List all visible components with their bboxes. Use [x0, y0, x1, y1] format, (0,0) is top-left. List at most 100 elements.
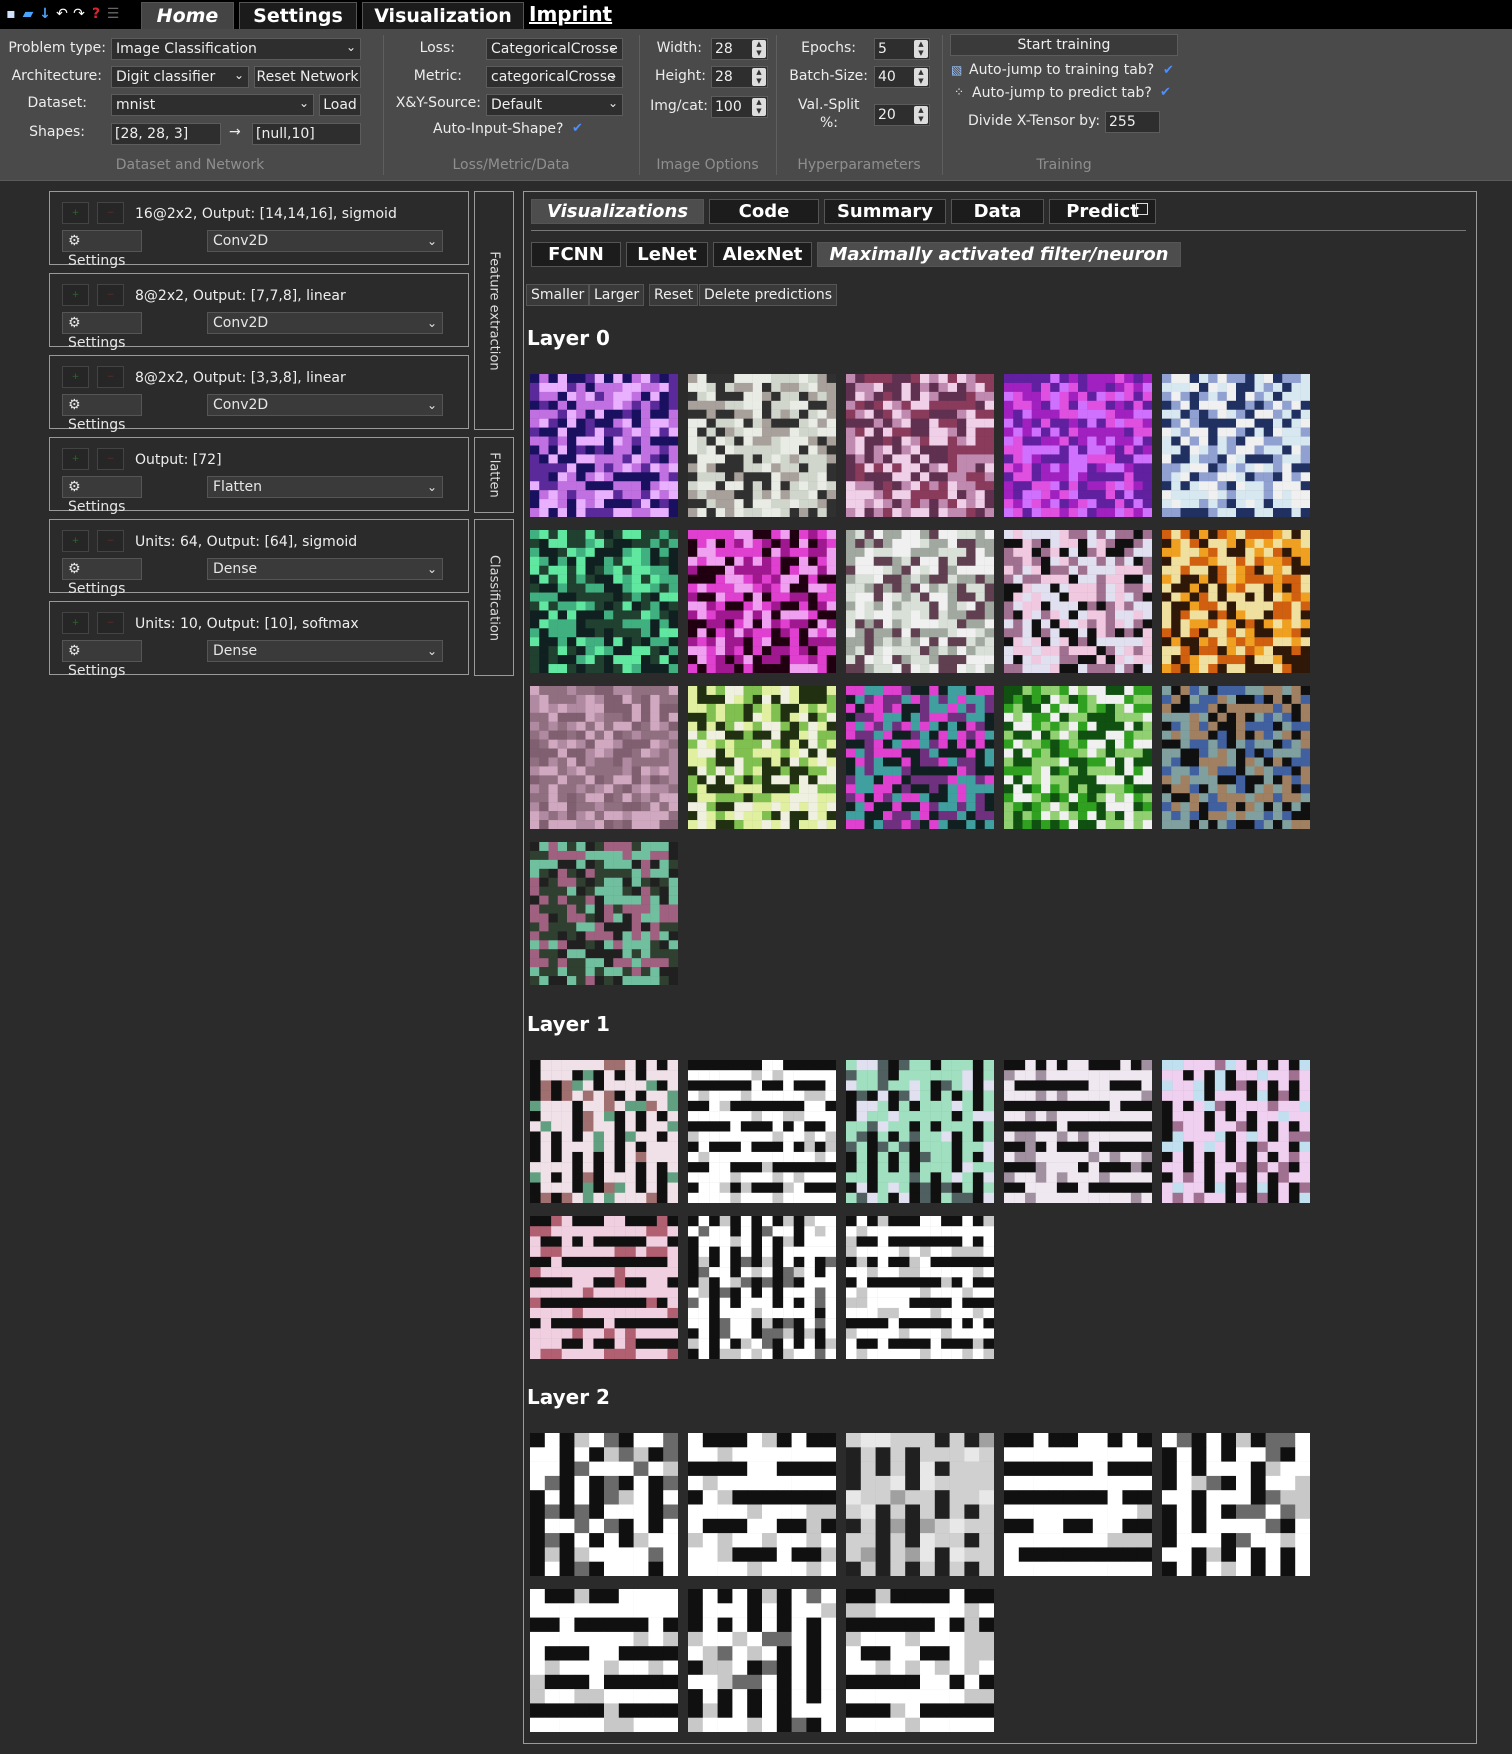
add-layer-icon[interactable]: + — [62, 202, 89, 224]
imgcat-label: Img/cat: — [650, 98, 708, 114]
tab-data[interactable]: Data — [951, 199, 1044, 224]
auto-input-shape-checkbox[interactable]: ✔ — [572, 121, 583, 136]
chevron-down-icon: ⌄ — [426, 644, 437, 658]
dataset-select[interactable]: mnist ⌄ — [111, 94, 314, 116]
tab-home[interactable]: Home — [141, 2, 234, 29]
remove-layer-icon[interactable]: − — [97, 612, 124, 634]
remove-layer-icon[interactable]: − — [97, 202, 124, 224]
group-label-feature-extraction: Feature extraction — [474, 191, 514, 430]
auto-jump-training-checkbox[interactable]: ✔ — [1163, 63, 1174, 78]
val-split-label-unit: %: — [820, 115, 839, 131]
loss-select[interactable]: CategoricalCrosse ⌄ — [486, 38, 623, 60]
problem-type-select[interactable]: Image Classification ⌄ — [111, 38, 361, 60]
spinner-icon[interactable]: ▲ ▼ — [752, 40, 766, 58]
delete-predictions-button[interactable]: Delete predictions — [699, 284, 837, 306]
tab-visualizations[interactable]: Visualizations — [531, 199, 704, 224]
layer-description: 16@2x2, Output: [14,14,16], sigmoid — [135, 206, 397, 222]
subtab-fcnn[interactable]: FCNN — [531, 242, 621, 267]
batch-size-label: Batch-Size: — [789, 68, 868, 84]
subtab-alexnet[interactable]: AlexNet — [713, 242, 812, 267]
open-folder-icon[interactable]: ▰ — [21, 5, 35, 23]
filter-thumbnail — [688, 374, 836, 517]
problem-type-label: Problem type: — [8, 40, 106, 56]
val-split-field[interactable]: 20 ▲ ▼ — [874, 104, 930, 126]
group-title-hyper: Hyperparameters — [797, 157, 921, 173]
help-icon[interactable]: ? — [89, 5, 103, 23]
layer-settings-button[interactable]: ⚙ Settings — [62, 312, 142, 351]
layer-0-title: Layer 0 — [527, 326, 610, 350]
spinner-icon[interactable]: ▲ ▼ — [914, 40, 928, 58]
smaller-button[interactable]: Smaller — [526, 284, 590, 306]
tab-settings[interactable]: Settings — [239, 2, 357, 29]
save-icon[interactable]: ▪ — [4, 5, 18, 23]
layer-type-select[interactable]: Flatten ⌄ — [207, 476, 443, 498]
filter-thumbnail — [688, 1433, 836, 1576]
reset-network-button[interactable]: Reset Network — [254, 66, 361, 88]
start-training-button[interactable]: Start training — [950, 34, 1178, 56]
gear-icon: ⚙ — [68, 315, 81, 331]
imprint-link[interactable]: Imprint — [529, 2, 612, 26]
undo-icon[interactable]: ↶ — [55, 5, 69, 23]
filter-thumbnail — [1162, 530, 1310, 673]
layer-settings-button[interactable]: ⚙ Settings — [62, 476, 142, 515]
filter-thumbnail — [530, 1216, 678, 1359]
filter-thumbnail — [1004, 530, 1152, 673]
remove-layer-icon[interactable]: − — [97, 366, 124, 388]
layer-type-select[interactable]: Dense ⌄ — [207, 640, 443, 662]
layer-type-select[interactable]: Conv2D ⌄ — [207, 230, 443, 252]
input-shape-field[interactable]: [28, 28, 3] — [111, 123, 221, 145]
filter-thumbnail — [1162, 686, 1310, 829]
layer-type-select[interactable]: Dense ⌄ — [207, 558, 443, 580]
architecture-select[interactable]: Digit classifier ⌄ — [111, 66, 249, 88]
chevron-down-icon: ⌄ — [345, 40, 356, 54]
metric-select[interactable]: categoricalCrosse ⌄ — [486, 66, 623, 88]
tab-visualization[interactable]: Visualization — [362, 2, 524, 29]
add-layer-icon[interactable]: + — [62, 366, 89, 388]
add-layer-icon[interactable]: + — [62, 448, 89, 470]
output-shape-field[interactable]: [null,10] — [252, 123, 361, 145]
maximize-icon[interactable] — [1136, 203, 1148, 215]
layer-settings-button[interactable]: ⚙ Settings — [62, 640, 142, 679]
filter-thumbnail — [688, 530, 836, 673]
width-field[interactable]: 28 ▲ ▼ — [711, 38, 768, 60]
layer-box-3: + − 8@2x2, Output: [3,3,8], linear ⚙ Set… — [49, 355, 469, 433]
remove-layer-icon[interactable]: − — [97, 448, 124, 470]
remove-layer-icon[interactable]: − — [97, 530, 124, 552]
chevron-down-icon: ⌄ — [607, 68, 618, 82]
divide-tensor-field[interactable]: 255 — [1105, 111, 1160, 133]
reset-button[interactable]: Reset — [649, 284, 699, 306]
layer-type-select[interactable]: Conv2D ⌄ — [207, 394, 443, 416]
layer-settings-button[interactable]: ⚙ Settings — [62, 394, 142, 433]
spinner-icon[interactable]: ▲ ▼ — [914, 68, 928, 86]
epochs-field[interactable]: 5 ▲ ▼ — [874, 38, 930, 60]
filter-thumbnail — [530, 1589, 678, 1732]
larger-button[interactable]: Larger — [589, 284, 645, 306]
spinner-icon[interactable]: ▲ ▼ — [914, 106, 928, 124]
batch-size-field[interactable]: 40 ▲ ▼ — [874, 66, 930, 88]
remove-layer-icon[interactable]: − — [97, 284, 124, 306]
layer-type-select[interactable]: Conv2D ⌄ — [207, 312, 443, 334]
spinner-icon[interactable]: ▲ ▼ — [752, 98, 766, 116]
spinner-icon[interactable]: ▲ ▼ — [752, 68, 766, 86]
xy-source-select[interactable]: Default ⌄ — [486, 94, 623, 116]
subtab-lenet[interactable]: LeNet — [626, 242, 708, 267]
filter-thumbnail — [530, 1433, 678, 1576]
layer-box-5: + − Units: 64, Output: [64], sigmoid ⚙ S… — [49, 519, 469, 597]
load-button[interactable]: Load — [319, 94, 361, 116]
layer-settings-button[interactable]: ⚙ Settings — [62, 558, 142, 597]
tab-summary[interactable]: Summary — [824, 199, 946, 224]
height-field[interactable]: 28 ▲ ▼ — [711, 66, 768, 88]
auto-jump-predict-checkbox[interactable]: ✔ — [1160, 85, 1171, 100]
subtab-max-activated[interactable]: Maximally activated filter/neuron — [817, 242, 1181, 267]
layer-settings-button[interactable]: ⚙ Settings — [62, 230, 142, 269]
add-layer-icon[interactable]: + — [62, 612, 89, 634]
filter-thumbnail — [846, 1216, 994, 1359]
menu-icon[interactable]: ☰ — [106, 5, 120, 23]
download-icon[interactable]: ↓ — [38, 5, 52, 23]
chevron-down-icon: ⌄ — [233, 68, 244, 82]
add-layer-icon[interactable]: + — [62, 284, 89, 306]
add-layer-icon[interactable]: + — [62, 530, 89, 552]
redo-icon[interactable]: ↷ — [72, 5, 86, 23]
tab-code[interactable]: Code — [709, 199, 819, 224]
imgcat-field[interactable]: 100 ▲ ▼ — [711, 96, 768, 118]
